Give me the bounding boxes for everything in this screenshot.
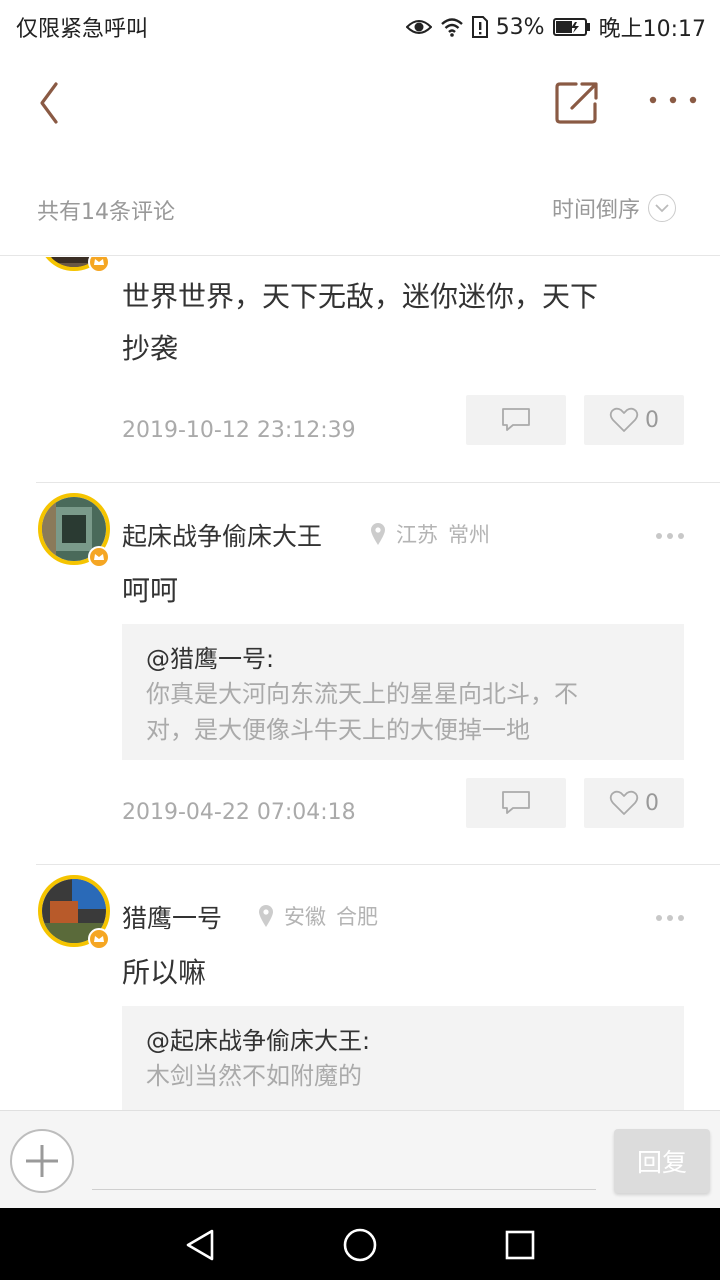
more-button[interactable] — [645, 80, 701, 120]
back-button[interactable] — [30, 78, 70, 128]
quoted-comment: @起床战争偷床大王: 木剑当然不如附魔的 — [122, 1006, 684, 1110]
reply-input[interactable] — [92, 1189, 596, 1190]
quoted-user-name: @猎鹰一号: — [146, 645, 275, 673]
location-city: 常州 — [448, 523, 490, 547]
comment-more-icon[interactable] — [656, 533, 684, 539]
comment-content: 所以嘛 — [122, 956, 207, 989]
comment-content: 呵呵 — [122, 574, 179, 607]
comment-time: 2019-04-22 07:04:18 — [122, 800, 356, 825]
add-attachment-button[interactable] — [10, 1129, 74, 1193]
comment-list[interactable]: 世界世界，天下无敌，迷你迷你，天下 抄袭 2019-10-12 23:12:39… — [0, 257, 720, 1110]
location-pin-icon — [371, 523, 385, 545]
comment-time: 2019-10-12 23:12:39 — [122, 418, 356, 443]
user-location: 江苏 常州 — [370, 519, 490, 549]
location-province: 江苏 — [396, 523, 438, 547]
status-icons: 53% 晚上10:17 — [405, 11, 706, 43]
sort-label: 时间倒序 — [552, 198, 641, 223]
comment-content: 世界世界，天下无敌，迷你迷你，天下 抄袭 — [122, 271, 692, 375]
chevron-down-icon — [648, 194, 677, 222]
crown-badge-icon — [88, 257, 110, 273]
nav-back-icon[interactable] — [184, 1228, 216, 1262]
like-button[interactable]: 0 — [584, 778, 684, 828]
sort-dropdown[interactable]: 时间倒序 — [552, 192, 677, 224]
crown-badge-icon — [88, 546, 110, 568]
location-city: 合肥 — [336, 905, 378, 929]
eye-icon — [405, 20, 432, 34]
quoted-text-line: 你真是大河向东流天上的星星向北斗，不 — [146, 680, 578, 708]
comment-item: 起床战争偷床大王 江苏 常州 呵呵 @猎鹰一号: 你真是大河向东流天上的星星向北… — [0, 483, 720, 865]
more-dots-icon — [649, 96, 697, 104]
user-name[interactable]: 起床战争偷床大王 — [122, 517, 322, 553]
plus-icon — [26, 1145, 58, 1177]
user-name[interactable]: 猎鹰一号 — [122, 899, 222, 935]
like-count: 0 — [645, 407, 659, 433]
user-location: 安徽 合肥 — [258, 901, 378, 931]
quoted-text-line: 对，是大便像斗牛天上的大便掉一地 — [146, 716, 530, 744]
share-external-icon — [555, 82, 598, 124]
comment-bubble-icon — [502, 408, 530, 431]
comment-bubble-icon — [502, 791, 530, 814]
clock-text: 晚上10:17 — [598, 17, 706, 42]
like-count: 0 — [645, 790, 659, 816]
like-button[interactable]: 0 — [584, 395, 684, 445]
comment-more-icon[interactable] — [656, 915, 684, 921]
comment-item: 猎鹰一号 安徽 合肥 所以嘛 @起床战争偷床大王: 木剑当然不如附魔的 — [0, 865, 720, 1110]
comment-content-line: 抄袭 — [122, 332, 179, 365]
comment-content-line: 世界世界，天下无敌，迷你迷你，天下 — [122, 280, 599, 313]
sim-alert-icon — [471, 16, 488, 38]
system-nav-bar — [0, 1208, 720, 1280]
share-button[interactable] — [552, 78, 602, 128]
heart-icon — [609, 790, 639, 815]
chevron-left-icon — [40, 82, 58, 124]
battery-charging-icon — [552, 18, 590, 36]
wifi-icon — [440, 18, 463, 37]
quoted-comment: @猎鹰一号: 你真是大河向东流天上的星星向北斗，不 对，是大便像斗牛天上的大便掉… — [122, 624, 684, 760]
reply-input-bar: 回复 — [0, 1110, 720, 1208]
top-bar — [0, 50, 720, 160]
comment-filter-bar: 共有14条评论 时间倒序 — [0, 170, 720, 256]
location-pin-icon — [259, 905, 273, 927]
quoted-user-name: @起床战争偷床大王: — [146, 1027, 371, 1055]
crown-badge-icon — [88, 928, 110, 950]
reply-comment-button[interactable] — [466, 395, 566, 445]
location-province: 安徽 — [284, 905, 326, 929]
battery-percent: 53% — [495, 14, 545, 40]
comment-count: 共有14条评论 — [37, 200, 175, 225]
reply-submit-button[interactable]: 回复 — [614, 1129, 710, 1193]
carrier-text: 仅限紧急呼叫 — [16, 17, 149, 42]
comment-item: 世界世界，天下无敌，迷你迷你，天下 抄袭 2019-10-12 23:12:39… — [0, 257, 720, 483]
heart-icon — [609, 407, 639, 432]
quoted-text-line: 木剑当然不如附魔的 — [146, 1062, 362, 1090]
status-bar: 仅限紧急呼叫 53% 晚上10:17 — [0, 0, 720, 50]
reply-comment-button[interactable] — [466, 778, 566, 828]
nav-recents-icon[interactable] — [504, 1229, 536, 1261]
nav-home-icon[interactable] — [342, 1227, 378, 1263]
